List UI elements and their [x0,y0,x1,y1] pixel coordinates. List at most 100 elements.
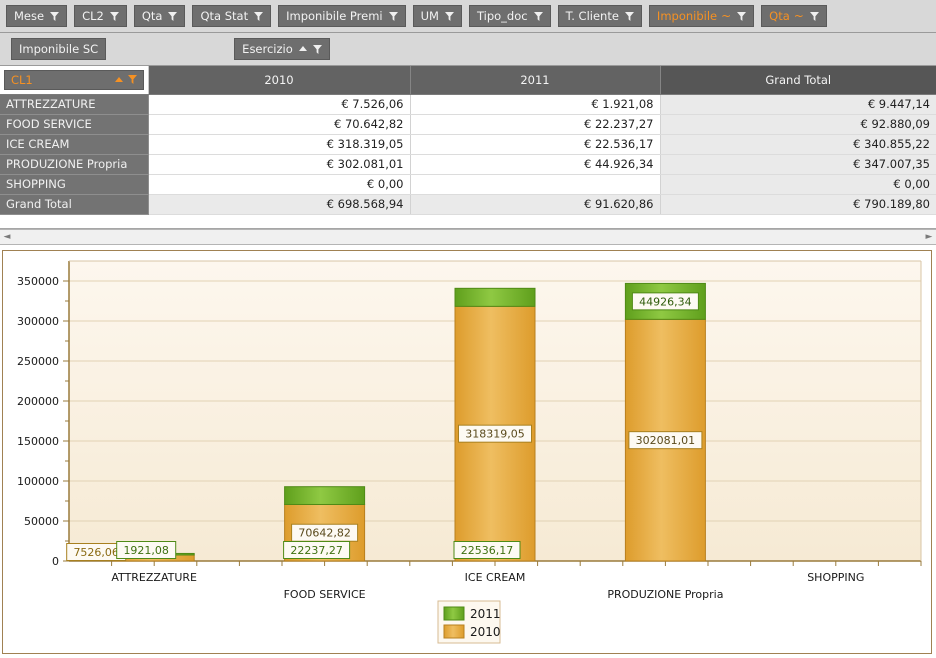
pivot-total-row: Grand Total € 698.568,94 € 91.620,86 € 790.… [0,194,936,215]
table-row: FOOD SERVICE € 70.642,82 € 22.237,27 € 92.8… [0,114,936,135]
pivot-value-cell: € 0,00 [148,174,411,195]
field-button-label: Imponibile Premi [286,9,383,23]
data-label-2011-text: 22237,27 [290,544,343,557]
x-axis-category-label: FOOD SERVICE [284,588,366,601]
table-row: SHOPPING € 0,00 € 0,00 [0,174,936,195]
field-button-label: Qta [141,9,163,23]
scroll-right-arrow-icon[interactable]: ► [922,232,936,242]
filter-icon[interactable] [388,11,398,21]
filter-icon[interactable] [444,11,454,21]
data-label-2010-text: 70642,82 [298,527,351,540]
pivot-value-cell: € 22.536,17 [410,134,661,155]
y-axis-tick-label: 200000 [17,395,59,408]
scrollbar-track[interactable] [14,230,922,244]
pivot-row-header[interactable]: SHOPPING [0,174,149,195]
field-button-um[interactable]: UM [412,5,462,27]
pivot-value-cell: € 1.921,08 [410,94,661,115]
filter-icon[interactable] [737,11,747,21]
scroll-left-arrow-icon[interactable]: ◄ [0,232,14,242]
chart-legend: 2011 2010 [437,600,501,644]
legend-swatch-2011 [443,606,465,621]
pivot-value-cell: € 302.081,01 [148,154,411,175]
filter-icon[interactable] [312,44,322,54]
row-field-label: CL1 [11,72,33,87]
value-field-imponibile-sc[interactable]: Imponibile SC [11,38,107,60]
pivot-row-header[interactable]: ATTREZZATURE [0,94,149,115]
stacked-bar-chart: 0 50000 100000 150000 200000 250000 300000 3500… [17,260,922,644]
field-button-t-cliente[interactable]: T. Cliente [557,5,642,27]
y-axis-tick-label: 150000 [17,435,59,448]
filter-icon[interactable] [168,11,178,21]
pivot-grand-total-cell: € 9.447,14 [660,94,936,115]
field-button-cl2[interactable]: CL2 [74,5,127,27]
filter-icon[interactable] [533,11,543,21]
filter-icon[interactable] [50,11,60,21]
sort-ascending-icon[interactable] [114,76,123,84]
horizontal-scrollbar[interactable]: ◄ ► [0,229,936,245]
pivot-row-header[interactable]: ICE CREAM [0,134,149,155]
row-field-cl1[interactable]: CL1 [4,69,144,90]
filter-icon[interactable] [127,75,137,85]
filter-icon[interactable] [809,11,819,21]
pivot-grand-total-cell: € 347.007,35 [660,154,936,175]
filter-icon[interactable] [624,11,634,21]
data-label-2010: 318319,05 [458,424,532,443]
pivot-grand-total-cell: € 0,00 [660,174,936,195]
pivot-column-header-grand-total[interactable]: Grand Total [660,66,936,95]
y-axis-tick-label: 300000 [17,315,59,328]
pivot-value-cell: € 698.568,94 [148,194,411,215]
pivot-value-cell: € 70.642,82 [148,114,411,135]
pivot-body: ATTREZZATURE € 7.526,06 € 1.921,08 € 9.447,… [0,94,936,215]
pivot-row-header[interactable]: PRODUZIONE Propria [0,154,149,175]
y-axis-tick-label: 100000 [17,475,59,488]
field-button-imponibile[interactable]: Imponibile ~ [648,5,755,27]
pivot-row-header[interactable]: FOOD SERVICE [0,114,149,135]
field-button-label: Imponibile [656,9,718,23]
sort-ascending-icon[interactable] [298,45,307,53]
table-row: ATTREZZATURE € 7.526,06 € 1.921,08 € 9.447,… [0,94,936,115]
data-label-2011-text: 22536,17 [461,544,514,557]
data-label-2010-text: 318319,05 [465,428,525,441]
field-button-qta[interactable]: Qta ~ [761,5,827,27]
y-axis-tick-label: 50000 [24,515,59,528]
data-label-2010: 302081,01 [628,431,703,450]
pivot-column-header-2011[interactable]: 2011 [410,66,661,95]
pivot-value-cell: € 7.526,06 [148,94,411,115]
data-label-2011-text: 1921,08 [123,544,169,557]
legend-label-2010: 2010 [470,625,501,639]
data-label-2010-text: 7526,06 [73,546,119,559]
pivot-value-cell [410,174,661,195]
field-button-imponibile-premi[interactable]: Imponibile Premi [278,5,406,27]
x-axis-category-label: PRODUZIONE Propria [607,588,723,601]
pivot-chart-app: Mese CL2 Qta Qta Stat Imponibile Premi UM Tipo… [0,0,936,658]
field-button-mese[interactable]: Mese [6,5,68,27]
data-label-2011: 44926,34 [631,292,699,311]
aggregate-sigma-icon: ~ [793,9,804,23]
field-button-tipo-doc[interactable]: Tipo_doc [468,5,551,27]
pivot-value-cell: € 318.319,05 [148,134,411,155]
data-label-2011-text: 44926,34 [639,295,692,308]
pivot-header-row: CL1 2010 2011 Grand Total [0,66,936,95]
column-field-label: Esercizio [242,42,293,56]
bar-segment-2011[interactable] [454,287,536,307]
y-axis-tick-label: 350000 [17,275,59,288]
data-label-2011: 22237,27 [283,541,351,559]
filter-icon[interactable] [254,11,264,21]
bar-segment-2011[interactable] [284,486,366,505]
data-label-2010: 70642,82 [291,523,359,542]
pivot-column-header-2010[interactable]: 2010 [148,66,411,95]
legend-label-2011: 2011 [470,607,501,621]
legend-swatch-2010 [443,624,465,639]
field-button-qta[interactable]: Qta [133,5,186,27]
column-field-esercizio[interactable]: Esercizio [234,38,330,60]
field-button-qta-stat[interactable]: Qta Stat [192,5,272,27]
pivot-value-cell: € 22.237,27 [410,114,661,135]
pivot-corner-cell: CL1 [0,66,149,95]
data-label-2010-text: 302081,01 [636,434,696,447]
data-label-2011: 1921,08 [116,541,177,559]
filter-icon[interactable] [109,11,119,21]
x-axis-category-label: ICE CREAM [465,571,526,584]
pivot-row-header[interactable]: Grand Total [0,194,149,215]
x-axis-category-label: SHOPPING [807,571,864,584]
pivot-grand-total-cell: € 92.880,09 [660,114,936,135]
